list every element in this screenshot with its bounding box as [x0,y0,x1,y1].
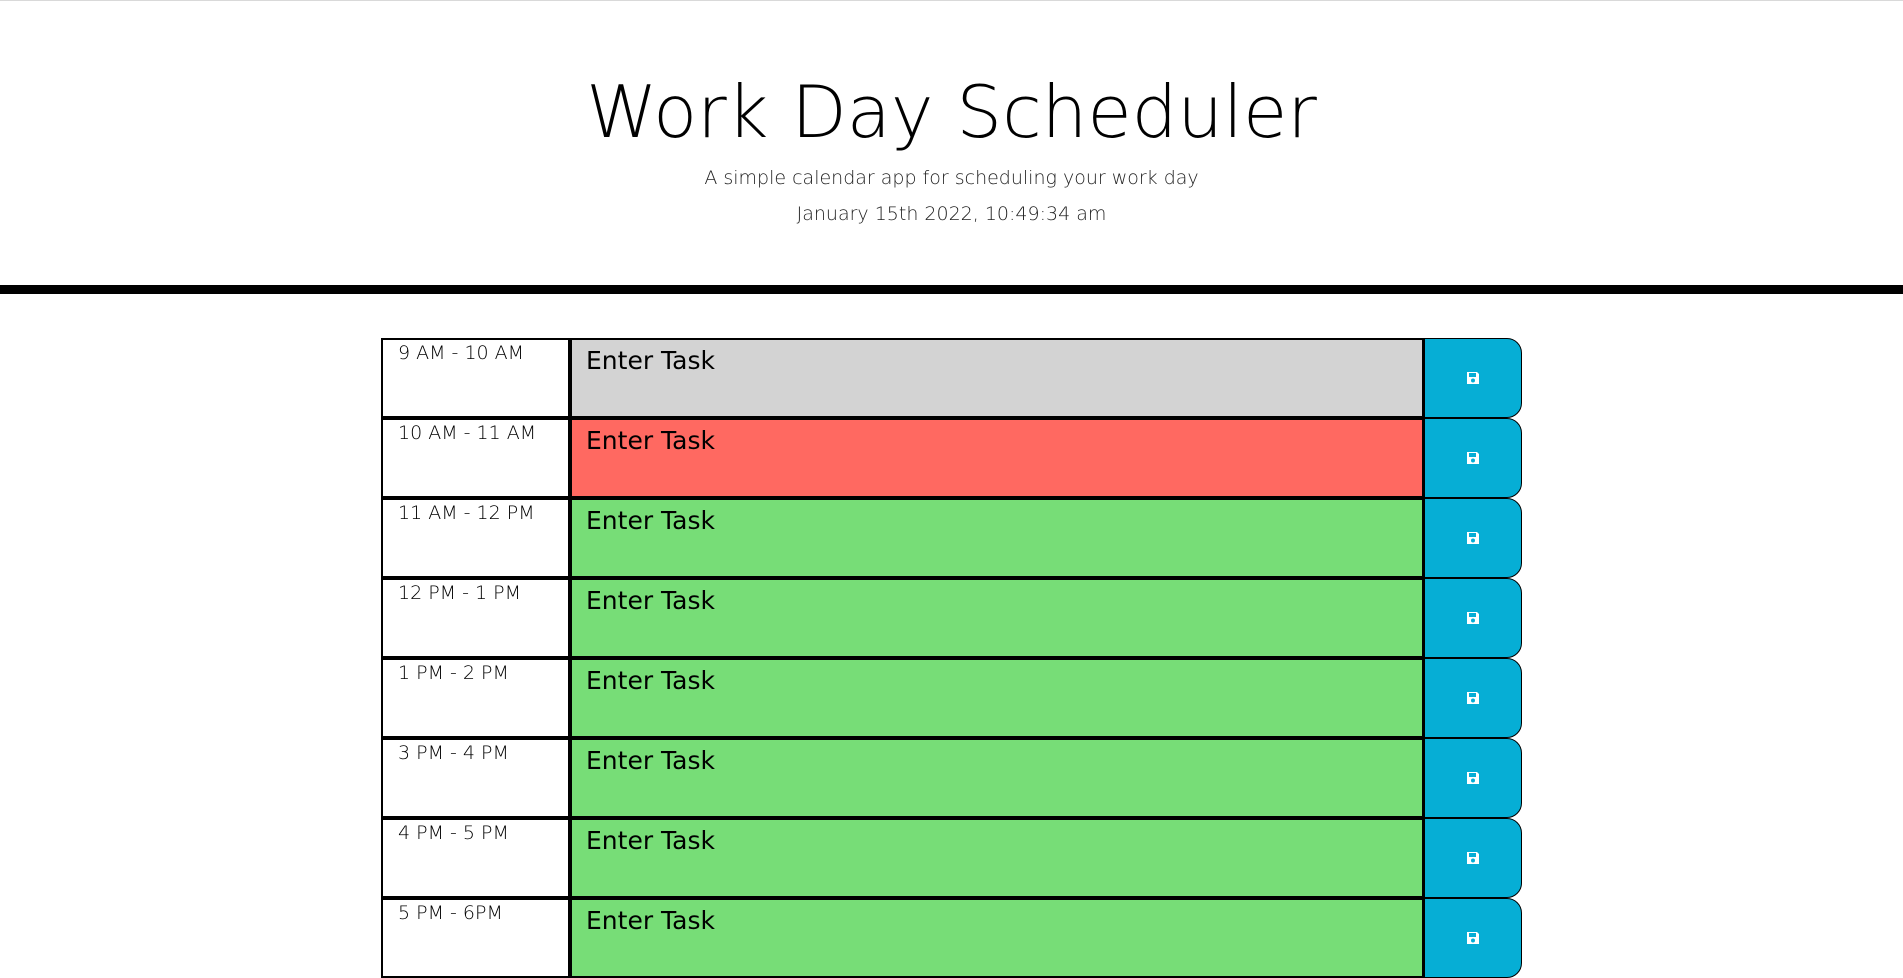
time-block-row: 11 AM - 12 PM [381,498,1522,578]
time-block-row: 3 PM - 4 PM [381,738,1522,818]
save-button[interactable] [1424,738,1522,818]
hour-label: 12 PM - 1 PM [381,578,568,658]
time-block-row: 5 PM - 6PM [381,898,1522,978]
hour-label: 9 AM - 10 AM [381,338,568,418]
floppy-disk-icon [1467,452,1479,464]
hour-label: 3 PM - 4 PM [381,738,568,818]
time-block-row: 10 AM - 11 AM [381,418,1522,498]
save-button[interactable] [1424,818,1522,898]
header: Work Day Scheduler A simple calendar app… [0,1,1903,294]
hour-label: 4 PM - 5 PM [381,818,568,898]
hour-label: 10 AM - 11 AM [381,418,568,498]
floppy-disk-icon [1467,372,1479,384]
floppy-disk-icon [1467,532,1479,544]
time-block-row: 4 PM - 5 PM [381,818,1522,898]
task-input[interactable] [568,418,1424,498]
time-block-row: 1 PM - 2 PM [381,658,1522,738]
floppy-disk-icon [1467,772,1479,784]
time-block-row: 12 PM - 1 PM [381,578,1522,658]
hour-label: 5 PM - 6PM [381,898,568,978]
time-block-row: 9 AM - 10 AM [381,338,1522,418]
floppy-disk-icon [1467,932,1479,944]
hour-label: 11 AM - 12 PM [381,498,568,578]
schedule-container: 9 AM - 10 AM 10 AM - 11 AM 11 AM - 12 PM… [381,338,1522,978]
save-button[interactable] [1424,898,1522,978]
current-day: January 15th 2022, 10:49:34 am [796,203,1107,225]
floppy-disk-icon [1467,692,1479,704]
task-input[interactable] [568,498,1424,578]
page-title: Work Day Scheduler [586,70,1317,154]
task-input[interactable] [568,338,1424,418]
floppy-disk-icon [1467,852,1479,864]
hour-label: 1 PM - 2 PM [381,658,568,738]
task-input[interactable] [568,898,1424,978]
task-input[interactable] [568,578,1424,658]
task-input[interactable] [568,658,1424,738]
page-subtitle: A simple calendar app for scheduling you… [704,167,1199,189]
task-input[interactable] [568,738,1424,818]
save-button[interactable] [1424,498,1522,578]
floppy-disk-icon [1467,612,1479,624]
task-input[interactable] [568,818,1424,898]
save-button[interactable] [1424,338,1522,418]
save-button[interactable] [1424,418,1522,498]
save-button[interactable] [1424,578,1522,658]
save-button[interactable] [1424,658,1522,738]
